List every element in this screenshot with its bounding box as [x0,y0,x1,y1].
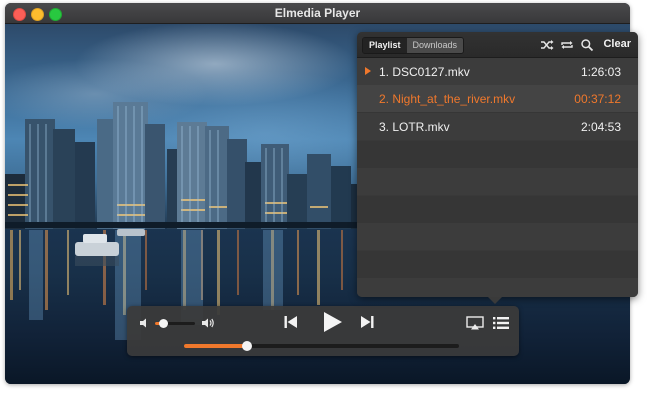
volume-high-icon[interactable] [201,317,215,329]
playlist-popover-pointer [488,297,502,304]
seek-bar-knob[interactable] [242,341,253,351]
title-bar[interactable]: Elmedia Player [5,3,630,24]
playback-controls [127,306,519,356]
search-icon[interactable] [580,38,594,52]
shuffle-icon[interactable] [540,38,554,52]
volume-low-icon[interactable] [139,317,151,329]
play-icon[interactable] [321,311,343,333]
repeat-icon[interactable] [560,38,574,52]
playlist-item-name: 3. LOTR.mkv [379,120,450,134]
playlist-item-current[interactable]: 2. Night_at_the_river.mkv 00:37:12 [357,85,638,112]
tab-playlist[interactable]: Playlist [363,38,407,53]
seek-bar[interactable] [184,341,459,351]
now-playing-marker-icon [365,67,371,75]
clear-playlist-button[interactable]: Clear [603,38,631,50]
playlist-item-name: 1. DSC0127.mkv [379,65,470,79]
playlist-item-duration: 2:04:53 [580,120,621,134]
playlist-header: Playlist Downloads Clear [357,32,638,58]
playlist-list: 1. DSC0127.mkv 1:26:03 2. Night_at_the_r… [357,58,638,297]
playlist-item[interactable]: 1. DSC0127.mkv 1:26:03 [357,58,638,85]
window-title: Elmedia Player [274,6,361,20]
playlist-item-name: 2. Night_at_the_river.mkv [379,92,516,106]
seek-bar-fill [184,344,248,348]
volume-slider[interactable] [155,319,195,328]
airplay-icon[interactable] [466,316,484,330]
playlist-icon[interactable] [493,316,509,330]
playlist-item-duration: 1:26:03 [580,65,621,79]
volume-slider-knob[interactable] [159,319,168,328]
tab-downloads[interactable]: Downloads [406,38,464,53]
next-track-icon[interactable] [359,314,375,330]
playlist-item-duration: 00:37:12 [574,92,621,106]
playlist-item[interactable]: 3. LOTR.mkv 2:04:53 [357,113,638,140]
previous-track-icon[interactable] [283,314,299,330]
playlist-tab-switcher: Playlist Downloads [362,37,465,54]
playlist-panel: Playlist Downloads Clear 1. DSC0127.mkv [357,32,638,297]
